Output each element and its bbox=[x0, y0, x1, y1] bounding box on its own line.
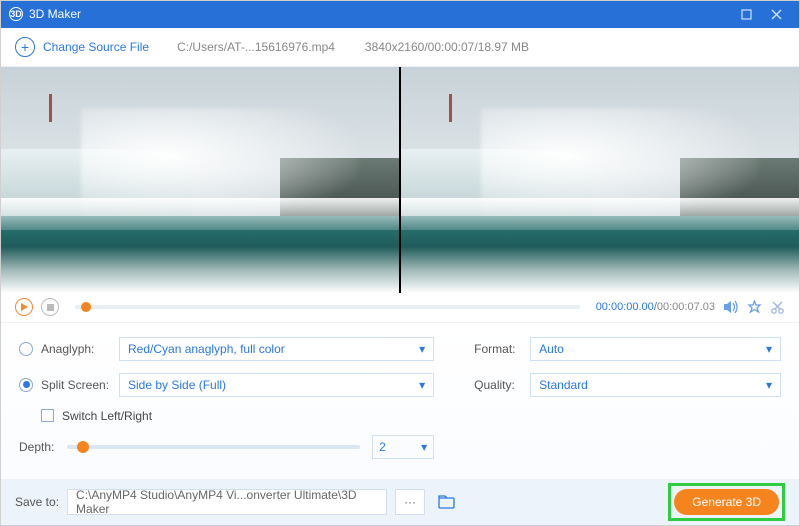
generate-3d-button[interactable]: Generate 3D bbox=[674, 489, 779, 515]
app-window: 3D 3D Maker + Change Source File C:/User… bbox=[0, 0, 800, 526]
app-logo-icon: 3D bbox=[9, 7, 23, 21]
seek-slider[interactable] bbox=[75, 305, 580, 309]
switch-lr-row: Switch Left/Right bbox=[41, 409, 434, 423]
titlebar: 3D 3D Maker bbox=[1, 1, 799, 28]
open-folder-button[interactable] bbox=[433, 489, 459, 515]
toolbar: + Change Source File C:/Users/AT-...1561… bbox=[1, 28, 799, 68]
chevron-down-icon: ▾ bbox=[419, 342, 425, 356]
depth-label: Depth: bbox=[19, 440, 67, 454]
plus-circle-icon: + bbox=[15, 37, 35, 57]
switch-lr-checkbox[interactable] bbox=[41, 409, 54, 422]
split-screen-label: Split Screen: bbox=[41, 378, 119, 392]
chevron-down-icon: ▾ bbox=[421, 440, 427, 454]
quality-select[interactable]: Standard ▾ bbox=[530, 373, 781, 397]
source-file-meta: 3840x2160/00:00:07/18.97 MB bbox=[365, 40, 529, 54]
window-close-button[interactable] bbox=[761, 4, 791, 24]
quality-label: Quality: bbox=[474, 378, 530, 392]
source-file-path: C:/Users/AT-...15616976.mp4 bbox=[177, 40, 335, 54]
save-path-field[interactable]: C:\AnyMP4 Studio\AnyMP4 Vi...onverter Ul… bbox=[67, 489, 387, 515]
window-maximize-button[interactable] bbox=[731, 4, 761, 24]
cut-button[interactable] bbox=[770, 300, 785, 315]
app-title: 3D Maker bbox=[29, 7, 81, 21]
chevron-down-icon: ▾ bbox=[419, 378, 425, 392]
depth-row: Depth: 2 ▾ bbox=[19, 435, 434, 459]
depth-slider[interactable] bbox=[67, 445, 360, 449]
snapshot-button[interactable] bbox=[747, 300, 762, 315]
switch-lr-label: Switch Left/Right bbox=[62, 409, 152, 423]
highlight-generate: Generate 3D bbox=[668, 483, 785, 521]
browse-path-button[interactable]: ··· bbox=[395, 489, 425, 515]
preview-right-eye bbox=[399, 67, 799, 293]
volume-button[interactable] bbox=[723, 300, 739, 314]
current-time: 00:00:00.00 bbox=[596, 301, 654, 313]
save-to-label: Save to: bbox=[15, 495, 59, 509]
anaglyph-radio[interactable] bbox=[19, 342, 33, 356]
format-select[interactable]: Auto ▾ bbox=[530, 337, 781, 361]
options-left-column: Anaglyph: Red/Cyan anaglyph, full color … bbox=[19, 337, 434, 471]
stop-button[interactable] bbox=[41, 298, 59, 316]
duration: 00:00:07.03 bbox=[657, 301, 715, 313]
change-source-button[interactable]: + Change Source File bbox=[15, 37, 149, 57]
bottom-bar: Save to: C:\AnyMP4 Studio\AnyMP4 Vi...on… bbox=[1, 480, 799, 526]
split-screen-select[interactable]: Side by Side (Full) ▾ bbox=[119, 373, 434, 397]
preview-area bbox=[1, 67, 799, 293]
change-source-label: Change Source File bbox=[43, 40, 149, 54]
format-row: Format: Auto ▾ bbox=[474, 337, 781, 361]
split-screen-radio[interactable] bbox=[19, 378, 33, 392]
split-screen-row: Split Screen: Side by Side (Full) ▾ bbox=[19, 373, 434, 397]
chevron-down-icon: ▾ bbox=[766, 378, 772, 392]
anaglyph-label: Anaglyph: bbox=[41, 342, 119, 356]
anaglyph-select[interactable]: Red/Cyan anaglyph, full color ▾ bbox=[119, 337, 434, 361]
time-display: 00:00:00.00/00:00:07.03 bbox=[596, 301, 715, 313]
options-panel: Anaglyph: Red/Cyan anaglyph, full color … bbox=[1, 322, 799, 480]
anaglyph-row: Anaglyph: Red/Cyan anaglyph, full color … bbox=[19, 337, 434, 361]
play-button[interactable] bbox=[15, 298, 33, 316]
format-label: Format: bbox=[474, 342, 530, 356]
playbar: 00:00:00.00/00:00:07.03 bbox=[1, 293, 799, 321]
depth-value-box[interactable]: 2 ▾ bbox=[372, 435, 434, 459]
options-right-column: Format: Auto ▾ Quality: Standard ▾ bbox=[474, 337, 781, 471]
preview-left-eye bbox=[1, 67, 399, 293]
chevron-down-icon: ▾ bbox=[766, 342, 772, 356]
quality-row: Quality: Standard ▾ bbox=[474, 373, 781, 397]
